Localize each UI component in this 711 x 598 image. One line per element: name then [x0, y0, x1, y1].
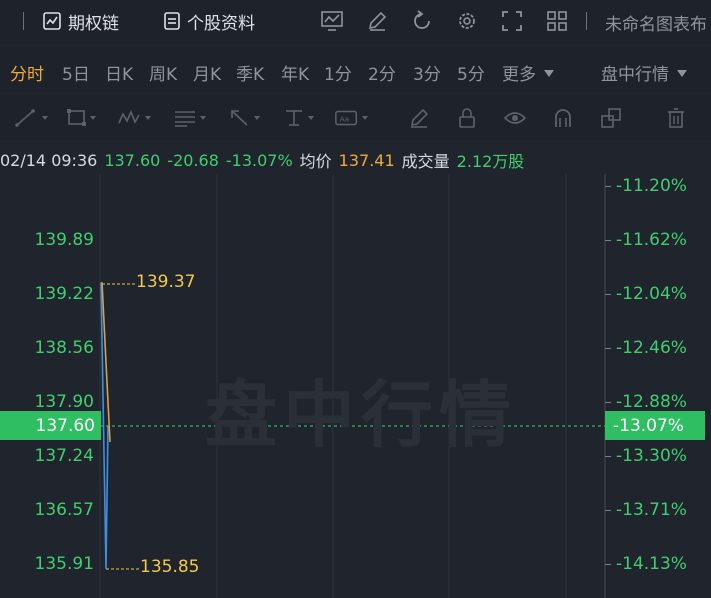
chevron-down-icon [544, 70, 554, 77]
percent-label: -14.13% [616, 554, 687, 574]
percent-label: -11.20% [616, 176, 687, 196]
tab-period-2min[interactable]: 2分 [368, 60, 396, 85]
session-select-label: 盘中行情 [601, 65, 669, 85]
axis-tick [605, 186, 611, 187]
grid-layout-icon[interactable] [544, 8, 570, 34]
toolbar-divider [586, 12, 587, 30]
svg-text:Aa: Aa [340, 115, 350, 124]
session-select[interactable]: 盘中行情 [601, 60, 687, 85]
layout-title[interactable]: 未命名图表布 [605, 10, 707, 35]
price-label: 139.22 [34, 284, 94, 304]
quote-change-pct: -13.07% [225, 150, 293, 170]
tab-period-day[interactable]: 日K [105, 60, 133, 85]
price-label: 139.89 [34, 230, 94, 250]
quote-change: -20.68 [167, 150, 219, 170]
tab-period-5d[interactable]: 5日 [62, 60, 90, 85]
pencil-icon[interactable] [402, 106, 436, 130]
axis-tick [605, 456, 611, 457]
period-tabs: 分时 5日 日K 周K 月K 季K 年K 1分 2分 3分 5分 更多 盘中行情 [0, 48, 711, 92]
options-chain-button[interactable]: 期权链 [42, 8, 119, 34]
percent-label: -13.71% [616, 500, 687, 520]
quote-price: 137.60 [104, 150, 161, 170]
drawing-toolbar: Aa [0, 96, 711, 140]
trash-icon[interactable] [659, 106, 693, 130]
fullscreen-icon[interactable] [499, 8, 525, 34]
current-price-tag: 137.60 [0, 411, 101, 440]
low-price-annotation: 135.85 [140, 557, 200, 577]
axis-tick [605, 564, 611, 565]
watermark: 盘中行情 [205, 373, 518, 457]
price-label: 135.91 [34, 554, 94, 574]
tab-period-month[interactable]: 月K [193, 60, 221, 85]
tab-period-5min[interactable]: 5分 [457, 60, 485, 85]
rectangle-tool-icon[interactable] [64, 106, 98, 130]
trend-line-tool-icon[interactable] [14, 106, 48, 130]
axis-tick [605, 348, 611, 349]
refresh-icon[interactable] [409, 8, 435, 34]
percent-label: -11.62% [616, 230, 687, 250]
volume-value: 2.12万股 [456, 152, 525, 171]
stock-profile-button[interactable]: 个股资料 [163, 8, 255, 34]
top-toolbar: 期权链 个股资料 未命名图表布 [0, 0, 711, 44]
percent-label: -13.30% [616, 446, 687, 466]
current-pct-tag: -13.07% [605, 411, 705, 440]
lock-icon[interactable] [450, 106, 484, 130]
axis-tick [605, 402, 611, 403]
price-label: 136.57 [34, 500, 94, 520]
fibonacci-tool-icon[interactable] [172, 106, 206, 130]
quote-info-line: 02/14 09:36 137.60 -20.68 -13.07% 均价 137… [0, 148, 524, 172]
price-label: 138.56 [34, 338, 94, 358]
chevron-down-icon [677, 70, 687, 77]
options-chain-label: 期权链 [68, 13, 119, 34]
magnet-icon[interactable] [546, 106, 580, 130]
axis-tick [605, 240, 611, 241]
percent-label: -12.04% [616, 284, 687, 304]
quote-datetime: 02/14 09:36 [0, 150, 98, 170]
text-tool-icon[interactable]: Aa [334, 106, 368, 130]
tab-period-1min[interactable]: 1分 [324, 60, 352, 85]
document-icon [164, 12, 180, 30]
copy-icon[interactable] [594, 106, 628, 130]
avg-price-value: 137.41 [338, 150, 395, 170]
tab-period-quarter[interactable]: 季K [236, 60, 264, 85]
stock-profile-label: 个股资料 [187, 13, 255, 34]
tab-period-intraday[interactable]: 分时 [10, 60, 44, 85]
tab-period-3min[interactable]: 3分 [413, 60, 441, 85]
price-label: 137.90 [34, 392, 94, 412]
tab-period-week[interactable]: 周K [149, 60, 177, 85]
toolbar-divider [23, 12, 24, 30]
axis-tick [605, 510, 611, 511]
tab-period-more[interactable]: 更多 [502, 60, 554, 85]
avg-price-label: 均价 [299, 152, 332, 171]
more-label: 更多 [502, 65, 536, 85]
wave-tool-icon[interactable] [117, 106, 151, 130]
edit-icon[interactable] [364, 8, 390, 34]
chart-line-icon [43, 12, 61, 30]
indicator-chart-icon[interactable] [319, 8, 345, 34]
percent-label: -12.88% [616, 392, 687, 412]
tab-period-year[interactable]: 年K [281, 60, 309, 85]
volume-label: 成交量 [401, 152, 450, 171]
measure-tool-icon[interactable] [281, 106, 315, 130]
settings-gear-icon[interactable] [454, 8, 480, 34]
price-label: 137.24 [34, 446, 94, 466]
axis-tick [605, 294, 611, 295]
high-price-annotation: 139.37 [136, 272, 196, 292]
eye-icon[interactable] [498, 106, 532, 130]
arrow-tool-icon[interactable] [227, 106, 261, 130]
percent-label: -12.46% [616, 338, 687, 358]
